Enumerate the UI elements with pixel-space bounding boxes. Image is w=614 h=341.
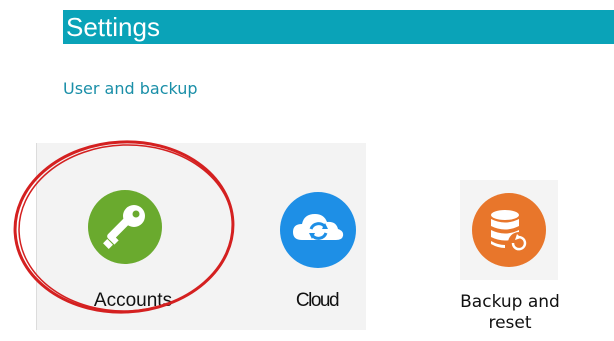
section-label: User and backup — [63, 79, 198, 98]
page-title: Settings — [66, 12, 160, 42]
key-icon — [103, 205, 145, 249]
backup-icon-circle[interactable] — [472, 193, 546, 267]
accounts-label: Accounts — [93, 290, 173, 311]
cloud-sync-icon — [293, 214, 344, 240]
cloud-label: Cloud — [295, 290, 340, 311]
panel-divider — [36, 143, 37, 330]
accounts-icon-circle[interactable] — [88, 190, 162, 264]
header-bar: Settings — [63, 10, 614, 44]
settings-screen: Settings User and backup Accounts Cloud … — [0, 0, 614, 341]
database-restore-icon — [491, 210, 530, 254]
backup-and-reset-label: Backup and reset — [460, 292, 560, 333]
cloud-icon-circle[interactable] — [280, 192, 356, 268]
